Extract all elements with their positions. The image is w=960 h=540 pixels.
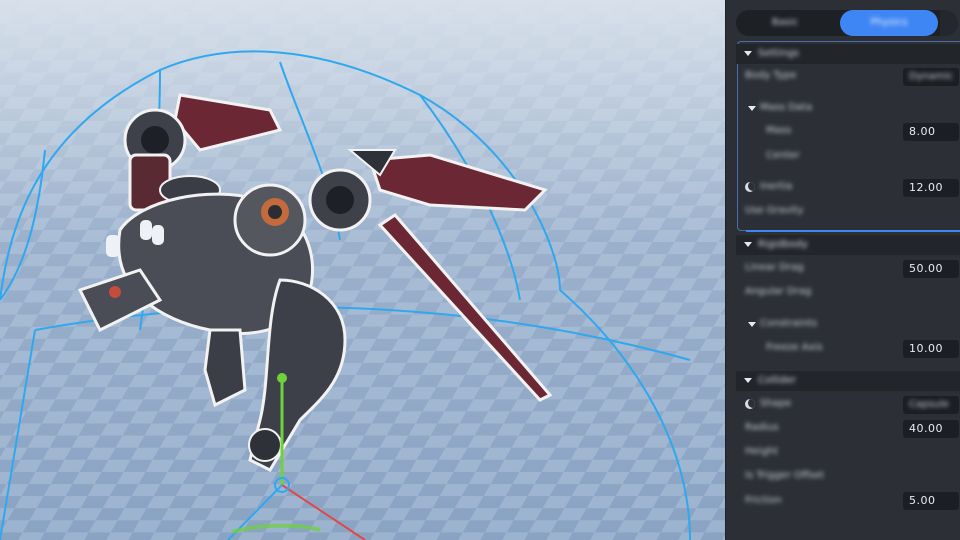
chevron-down-icon [744, 242, 752, 247]
moon-icon [745, 182, 755, 192]
constraints-subheader: Constraints [760, 318, 818, 329]
use-gravity-label: Use Gravity [745, 205, 804, 216]
inertia-input[interactable]: 12.00 [903, 179, 959, 197]
inspector-tab-bar: Basic Physics [736, 10, 958, 36]
moon-icon [745, 399, 755, 409]
friction-label: Friction [745, 495, 782, 506]
tab-physics-label: Physics [870, 17, 908, 28]
chevron-down-icon[interactable] [748, 106, 756, 111]
section-settings-header[interactable]: Settings [736, 44, 960, 64]
tab-basic-label: Basic [771, 17, 799, 28]
inertia-label: Inertia [760, 181, 793, 192]
mass-input[interactable]: 8.00 [903, 123, 959, 141]
tab-basic[interactable]: Basic [736, 10, 834, 36]
height-label: Height [745, 446, 779, 457]
tab-physics[interactable]: Physics [840, 10, 938, 36]
section-settings-title: Settings [758, 48, 800, 59]
section-collider-title: Collider [758, 375, 797, 386]
mass-data-subheader: Mass Data [760, 102, 813, 113]
gizmo-y-handle[interactable] [277, 373, 287, 383]
editor-window: Basic Physics Settings Body Type Dynamic… [0, 0, 960, 540]
shape-select[interactable]: Capsule [903, 396, 959, 414]
shape-select-value: Capsule [909, 399, 949, 410]
tab-more[interactable] [940, 10, 958, 36]
trigger-offset-label: Is Trigger Offset [745, 470, 825, 481]
body-type-select[interactable]: Dynamic [903, 68, 959, 86]
mass-label: Mass [766, 125, 792, 136]
chevron-down-icon [744, 378, 752, 383]
center-label: Center [766, 150, 800, 161]
linear-drag-label: Linear Drag [745, 262, 804, 273]
angular-drag-label: Angular Drag [745, 286, 812, 297]
chevron-down-icon [744, 51, 752, 56]
scene-viewport[interactable] [0, 0, 725, 540]
body-type-select-value: Dynamic [909, 71, 954, 82]
shape-label: Shape [760, 398, 792, 409]
linear-drag-input[interactable]: 50.00 [903, 260, 959, 278]
scene-canvas[interactable] [0, 0, 725, 540]
chevron-down-icon[interactable] [748, 322, 756, 327]
sky-fog [0, 0, 725, 540]
section-rigidbody-header[interactable]: Rigidbody [736, 235, 960, 255]
section-collider-header[interactable]: Collider [736, 371, 960, 391]
freeze-axis-label: Freeze Axis [766, 342, 823, 353]
radius-label: Radius [745, 422, 779, 433]
body-type-label: Body Type [745, 70, 797, 81]
section-rigidbody-title: Rigidbody [758, 239, 808, 250]
radius-input[interactable]: 40.00 [903, 420, 959, 438]
friction-input[interactable]: 5.00 [903, 492, 959, 510]
freeze-axis-input[interactable]: 10.00 [903, 340, 959, 358]
robot-leg-left [203, 328, 247, 408]
